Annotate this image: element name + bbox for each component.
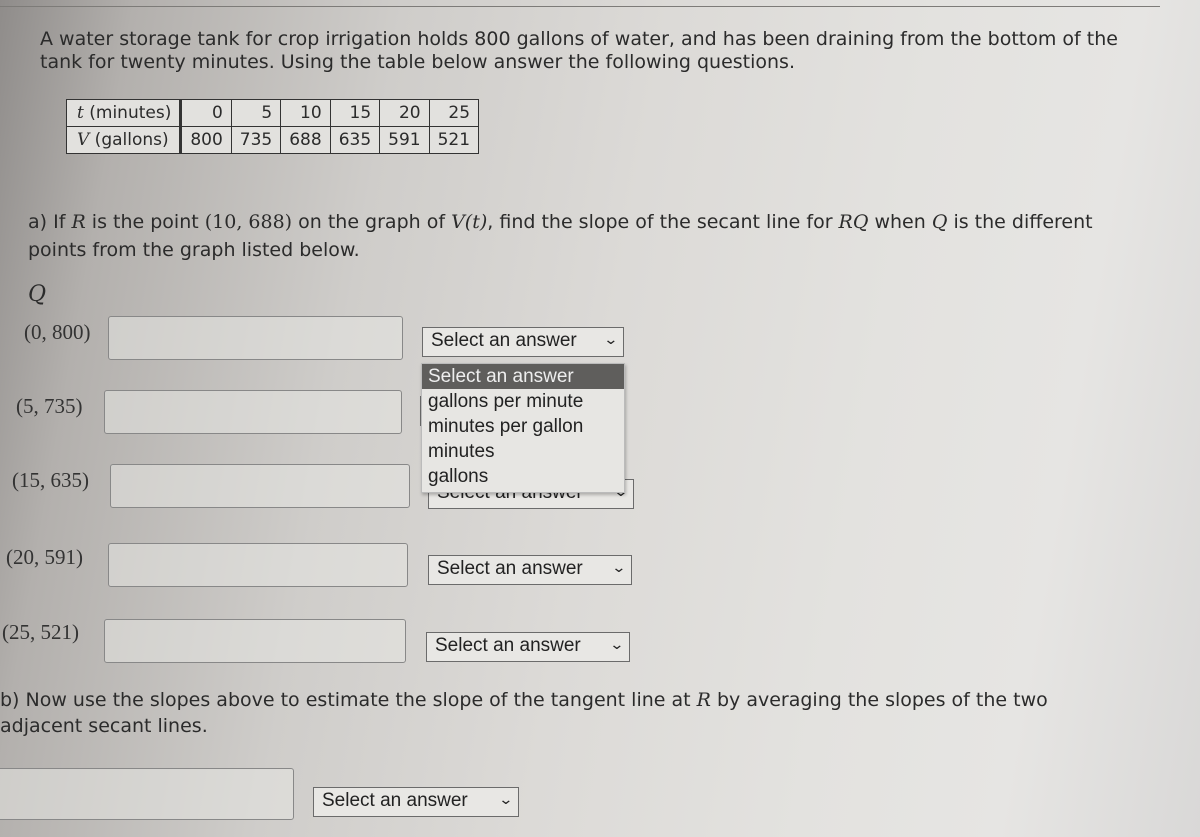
table-header-volume: V (gallons)	[65, 126, 183, 154]
math-r: R	[71, 211, 86, 233]
units-dropdown-menu[interactable]: Select an answer gallons per minute minu…	[421, 363, 625, 493]
table-cell: 800	[180, 126, 232, 154]
table-cell: 25	[428, 99, 480, 127]
chevron-down-icon: ⌄	[498, 791, 514, 807]
units-select[interactable]: Select an answer ⌄	[426, 632, 630, 662]
table-cell: 635	[329, 126, 381, 154]
dropdown-option[interactable]: Select an answer	[422, 364, 624, 389]
point-label: (5, 735)	[16, 394, 83, 418]
part-b-question: b) Now use the slopes above to estimate …	[0, 687, 1100, 739]
table-header-time: t (minutes)	[65, 99, 183, 127]
select-value: Select an answer	[437, 558, 583, 579]
table-cell: 735	[230, 126, 282, 154]
text: on the graph of	[292, 211, 452, 233]
dropdown-option[interactable]: minutes	[422, 439, 624, 464]
text: , find the slope of the secant line for	[487, 211, 839, 233]
part-a-question: a) If R is the point (10, 688) on the gr…	[28, 208, 1128, 264]
table-cell: 688	[280, 126, 331, 154]
chevron-down-icon: ⌄	[611, 559, 627, 575]
table-row-volume: V (gallons) 800 735 688 635 591 521	[65, 126, 480, 154]
dropdown-option[interactable]: minutes per gallon	[422, 414, 624, 439]
math-q: Q	[931, 211, 948, 233]
slope-input[interactable]	[108, 543, 408, 587]
point-label: (15, 635)	[12, 468, 89, 492]
tangent-slope-input[interactable]	[0, 768, 294, 820]
select-value: Select an answer	[435, 635, 581, 656]
math-r: R	[696, 689, 711, 711]
table-cell: 5	[230, 99, 282, 127]
math-point: (10, 688)	[204, 211, 293, 233]
select-value: Select an answer	[431, 330, 577, 351]
var-v: V	[77, 130, 90, 150]
units-select[interactable]: Select an answer ⌄	[428, 555, 632, 585]
text: when	[868, 211, 932, 233]
var-t: t	[77, 103, 84, 123]
chevron-down-icon: ⌄	[603, 331, 619, 347]
point-label: (20, 591)	[6, 545, 83, 569]
dropdown-option[interactable]: gallons	[422, 464, 624, 489]
chevron-down-icon: ⌄	[609, 636, 625, 652]
text: a) If	[28, 211, 72, 233]
point-label: (0, 800)	[24, 320, 91, 344]
math-rq: RQ	[838, 211, 869, 233]
dropdown-option[interactable]: gallons per minute	[422, 389, 624, 414]
point-label: (25, 521)	[2, 620, 79, 644]
tangent-units-select[interactable]: Select an answer ⌄	[313, 787, 519, 817]
table-cell: 591	[379, 126, 430, 154]
table-cell: 20	[379, 99, 430, 127]
data-table: t (minutes) 0 5 10 15 20 25 V (gallons) …	[65, 99, 480, 154]
table-cell: 15	[329, 99, 381, 127]
math-func: V(t)	[451, 211, 488, 233]
unit-gallons: (gallons)	[89, 130, 169, 150]
units-select[interactable]: Select an answer ⌄	[422, 327, 624, 357]
q-column-label: Q	[28, 282, 47, 307]
slope-input[interactable]	[104, 619, 406, 663]
table-cell: 521	[428, 126, 480, 154]
problem-intro: A water storage tank for crop irrigation…	[40, 28, 1118, 73]
text: b) Now use the slopes above to estimate …	[0, 689, 697, 711]
select-value: Select an answer	[322, 790, 468, 811]
top-divider	[0, 6, 1160, 7]
text: is the point	[85, 211, 205, 233]
slope-input[interactable]	[110, 464, 410, 508]
slope-input[interactable]	[108, 316, 403, 360]
table-cell: 10	[280, 99, 331, 127]
table-row-time: t (minutes) 0 5 10 15 20 25	[65, 99, 480, 127]
table-cell: 0	[180, 99, 232, 127]
unit-minutes: (minutes)	[83, 103, 172, 123]
slope-input[interactable]	[104, 390, 402, 434]
